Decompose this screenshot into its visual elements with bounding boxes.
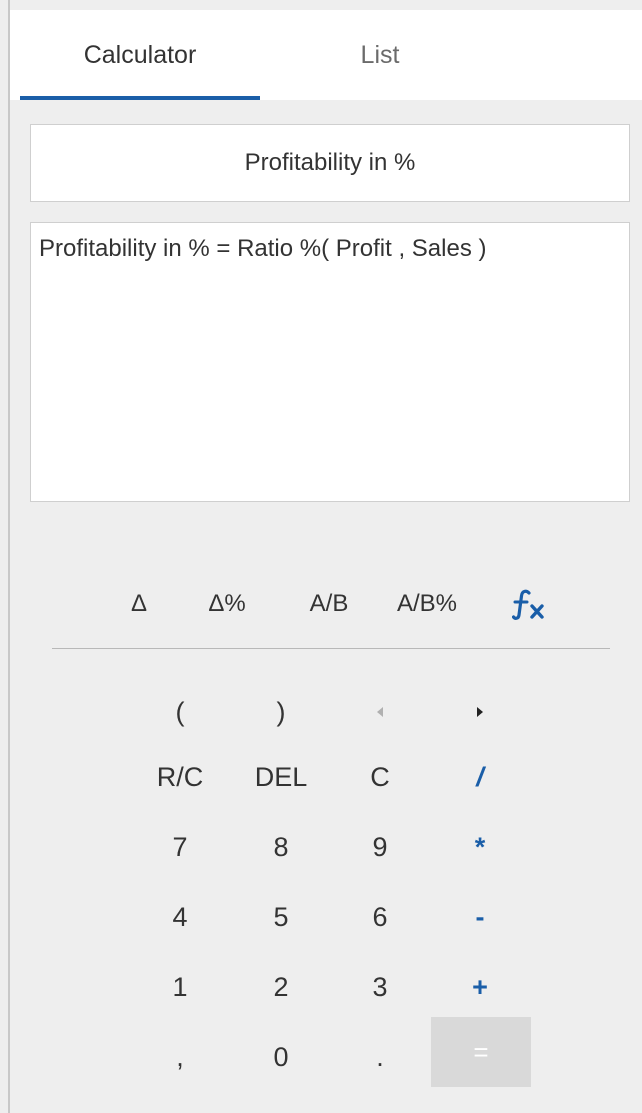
keypad-divider xyxy=(52,648,610,649)
five-key[interactable]: 5 xyxy=(231,885,331,949)
clear-key[interactable]: C xyxy=(330,745,430,809)
formula-editor[interactable]: Profitability in % = Ratio %( Profit , S… xyxy=(30,222,630,502)
panel-left-border xyxy=(8,0,10,1113)
function-button[interactable] xyxy=(502,572,562,636)
operations-toolbar: Δ Δ% A/B A/B% xyxy=(52,572,610,636)
open-paren-key[interactable]: ( xyxy=(130,680,230,744)
caret-right-icon xyxy=(477,707,483,717)
del-key[interactable]: DEL xyxy=(231,745,331,809)
rc-key[interactable]: R/C xyxy=(130,745,230,809)
delta-percent-button[interactable]: Δ% xyxy=(192,572,262,636)
nine-key[interactable]: 9 xyxy=(330,815,430,879)
active-tab-indicator xyxy=(20,96,260,100)
one-key[interactable]: 1 xyxy=(130,955,230,1019)
equals-key[interactable]: = xyxy=(431,1017,531,1087)
eight-key[interactable]: 8 xyxy=(231,815,331,879)
ratio-button[interactable]: A/B xyxy=(294,572,364,636)
caret-left-icon xyxy=(377,707,383,717)
measure-name-text: Profitability in % xyxy=(244,149,416,176)
comma-key[interactable]: , xyxy=(130,1025,230,1089)
divide-key[interactable]: / xyxy=(430,745,530,809)
four-key[interactable]: 4 xyxy=(130,885,230,949)
two-key[interactable]: 2 xyxy=(231,955,331,1019)
minus-key[interactable]: - xyxy=(430,885,530,949)
measure-name-field[interactable]: Profitability in % xyxy=(30,124,630,202)
fx-icon xyxy=(512,589,544,620)
calculator-panel: Calculator List Profitability in % Profi… xyxy=(0,0,642,1113)
plus-key[interactable]: + xyxy=(430,955,530,1019)
seven-key[interactable]: 7 xyxy=(130,815,230,879)
cursor-right-button[interactable] xyxy=(430,680,530,744)
ratio-percent-button[interactable]: A/B% xyxy=(382,572,472,636)
six-key[interactable]: 6 xyxy=(330,885,430,949)
delta-button[interactable]: Δ xyxy=(114,572,164,636)
close-paren-key[interactable]: ) xyxy=(231,680,331,744)
multiply-key[interactable]: * xyxy=(430,815,530,879)
tab-bar: Calculator List xyxy=(10,10,642,100)
three-key[interactable]: 3 xyxy=(330,955,430,1019)
formula-text: Profitability in % = Ratio %( Profit , S… xyxy=(39,235,487,262)
cursor-left-button[interactable] xyxy=(330,680,430,744)
tab-list[interactable]: List xyxy=(260,10,500,100)
decimal-key[interactable]: . xyxy=(330,1025,430,1089)
tab-calculator[interactable]: Calculator xyxy=(20,10,260,100)
zero-key[interactable]: 0 xyxy=(231,1025,331,1089)
